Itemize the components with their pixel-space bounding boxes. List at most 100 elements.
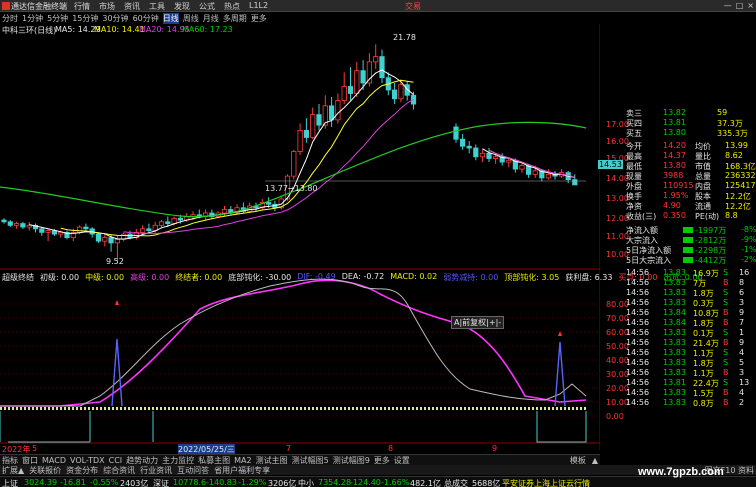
baseline-dot (300, 407, 302, 410)
tick-time: 14:56 (626, 378, 650, 387)
sh-index-label[interactable]: 上证 (2, 478, 18, 487)
tick-row: 14:56 13.83 21.4万 B 9 (625, 338, 756, 348)
candle-body (479, 152, 486, 158)
stat-value: 13.80 (663, 161, 686, 170)
order-book-row[interactable]: 买四 13.81 37.3万 (625, 118, 756, 128)
tab-general-news[interactable]: 综合资讯 (103, 465, 135, 476)
period-15min[interactable]: 15分钟 (72, 13, 98, 24)
baseline-dot (200, 407, 202, 410)
menu-quotes[interactable]: 行情 (74, 1, 99, 12)
order-book-row[interactable]: 买五 13.80 335.3万 (625, 128, 756, 138)
tick-price: 13.84 (663, 308, 686, 317)
baseline-dot (4, 407, 6, 410)
baseline-dot (544, 407, 546, 410)
tab-test-sub5[interactable]: 测试幅图5 (292, 455, 329, 466)
candle-body (265, 202, 272, 205)
tab-user-benefits[interactable]: 省用户福利专享 (214, 465, 270, 476)
minimize-button[interactable]: — (724, 1, 732, 10)
tick-row: 14:56 13.83 0.1万 S 1 (625, 328, 756, 338)
order-book-row[interactable]: 卖三 13.82 59 (625, 108, 756, 118)
tab-settings[interactable]: 设置 (394, 455, 410, 466)
candle-body (45, 230, 51, 233)
stat-value: 125417 (725, 181, 756, 190)
template-button[interactable]: 模板 (570, 455, 586, 466)
broker-info[interactable]: 平安证券上海上证云行情 (502, 478, 590, 487)
date-month: 8 (388, 444, 394, 453)
candle-body (13, 223, 20, 226)
chart-area[interactable]: 中科三环(日线) MA5: 14.29 MA10: 14.41 MA20: 14… (0, 24, 703, 455)
sh-index-change: -16.81 (60, 478, 86, 487)
candle-body (459, 138, 466, 147)
menu-hot[interactable]: 热点 (224, 1, 249, 12)
period-1min[interactable]: 1分钟 (22, 13, 43, 24)
candle-body (39, 228, 45, 233)
baseline-dot (152, 407, 154, 410)
baseline-dot (236, 407, 238, 410)
tick-time: 14:56 (626, 358, 650, 367)
menu-market[interactable]: 市场 (99, 1, 124, 12)
candle-body (102, 237, 108, 242)
baseline-dot (12, 407, 14, 410)
menu-l1l2[interactable]: L1L2 (249, 1, 274, 12)
order-volume: 59 (717, 108, 728, 117)
tab-qa[interactable]: 互动问答 (177, 465, 209, 476)
period-weekly[interactable]: 周线 (183, 13, 199, 24)
stat-value: 14.37 (663, 151, 686, 160)
tab-test-sub9[interactable]: 测试幅图9 (333, 455, 370, 466)
baseline-dot (512, 407, 514, 410)
collapse-up-icon[interactable]: ▲ (592, 456, 598, 465)
period-60min[interactable]: 60分钟 (133, 13, 159, 24)
candle-body (532, 170, 538, 175)
period-multi[interactable]: 多周期 (223, 13, 247, 24)
indicator-spike (111, 338, 123, 407)
tab-macd[interactable]: MACD (42, 456, 66, 465)
tab-ma2[interactable]: MA2 (234, 456, 251, 465)
baseline-dot (540, 407, 542, 410)
date-month: 9 (492, 444, 498, 453)
zx-index-label[interactable]: 中小 (298, 478, 314, 487)
tab-related-quotes[interactable]: 关联报价 (29, 465, 61, 476)
period-5min[interactable]: 5分钟 (47, 13, 68, 24)
menu-discover[interactable]: 发现 (174, 1, 199, 12)
indicator-tooltip[interactable]: A|前复权|+|- (451, 316, 505, 329)
period-intraday[interactable]: 分时 (2, 13, 18, 24)
watermark: www.7gpzb.com (638, 466, 724, 478)
candle-body (171, 217, 177, 224)
tab-fund-distribution[interactable]: 资金分布 (66, 465, 98, 476)
baseline-dot (296, 407, 298, 410)
close-button[interactable]: × (747, 1, 754, 10)
period-30min[interactable]: 30分钟 (102, 13, 128, 24)
ma60-legend: MA60: 17.23 (182, 25, 233, 34)
period-daily[interactable]: 日线 (162, 13, 179, 24)
trade-button[interactable]: 交易 (405, 1, 421, 12)
candle-body (354, 70, 360, 94)
tick-count: 9 (739, 308, 745, 317)
indicator-name[interactable]: 超级终结 (2, 272, 34, 283)
total-volume-value: 5688亿 (472, 479, 501, 487)
menu-formula[interactable]: 公式 (199, 1, 224, 12)
baseline-dot (32, 407, 34, 410)
maximize-button[interactable]: □ (736, 1, 744, 10)
period-more[interactable]: 更多 (251, 13, 267, 24)
legend-item: 底部钝化: -30.00 (228, 273, 292, 282)
period-monthly[interactable]: 月线 (203, 13, 219, 24)
tab-more[interactable]: 更多 (374, 455, 390, 466)
baseline-dot (132, 407, 134, 410)
tick-time: 14:56 (626, 328, 650, 337)
baseline-dot (428, 407, 430, 410)
tick-side: S (723, 358, 729, 367)
tab-industry-news[interactable]: 行业资讯 (140, 465, 172, 476)
sz-index-label[interactable]: 深证 (153, 478, 169, 487)
tab-cci[interactable]: CCI (109, 456, 123, 465)
baseline-dot (64, 407, 66, 410)
baseline-dot (376, 407, 378, 410)
kline-chart[interactable] (0, 24, 600, 450)
menu-news[interactable]: 资讯 (124, 1, 149, 12)
baseline-dot (328, 407, 330, 410)
menu-tools[interactable]: 工具 (149, 1, 174, 12)
candle-body (83, 226, 89, 230)
main-menu: 行情 市场 资讯 工具 发现 公式 热点 L1L2 (74, 1, 274, 12)
legend-item: 初级: 0.00 (40, 273, 80, 282)
tab-vol-tdx[interactable]: VOL-TDX (70, 456, 105, 465)
tab-expand[interactable]: 扩展▲ (2, 465, 24, 476)
